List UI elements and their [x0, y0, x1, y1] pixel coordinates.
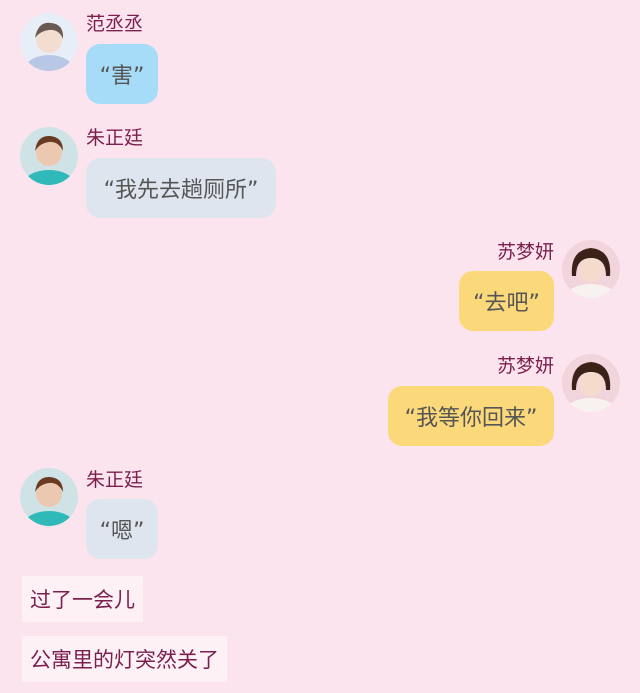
sender-name: 朱正廷 — [86, 127, 144, 149]
message-bubble[interactable]: “我等你回来” — [388, 386, 554, 446]
narration-text: 过了一会儿 — [22, 576, 143, 622]
avatar-zhu-zhengting[interactable] — [20, 468, 78, 526]
sender-name: 苏梦妍 — [496, 241, 554, 263]
message-bubble[interactable]: “我先去趟厕所” — [86, 158, 276, 218]
message-bubble[interactable]: “害” — [86, 44, 158, 104]
avatar-su-mengyan[interactable] — [562, 240, 620, 298]
message-bubble[interactable]: “去吧” — [459, 271, 554, 331]
avatar-zhu-zhengting[interactable] — [20, 127, 78, 185]
message-bubble[interactable]: “嗯” — [86, 499, 158, 559]
sender-name: 范丞丞 — [86, 13, 144, 35]
sender-name: 朱正廷 — [86, 469, 144, 491]
narration-text: 公寓里的灯突然关了 — [22, 636, 227, 682]
avatar-su-mengyan[interactable] — [562, 354, 620, 412]
sender-name: 苏梦妍 — [496, 355, 554, 377]
avatar-fan-chengcheng[interactable] — [20, 13, 78, 71]
